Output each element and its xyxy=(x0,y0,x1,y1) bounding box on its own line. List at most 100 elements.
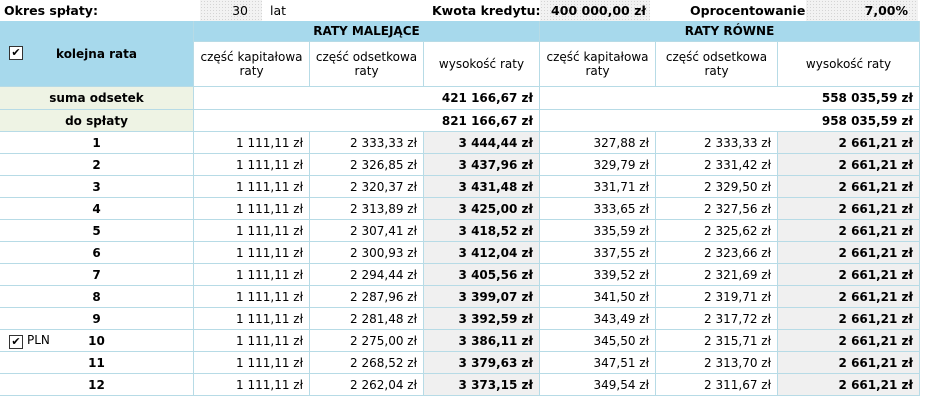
total-payment-rowne: 958 035,59 zł xyxy=(540,110,920,132)
malejace-odsetki-cell: 2 281,48 zł xyxy=(310,308,424,330)
rowne-odsetki-cell: 2 325,62 zł xyxy=(656,220,778,242)
malejace-kapital-cell: 1 111,11 zł xyxy=(194,330,310,352)
rowne-odsetki-cell: 2 321,69 zł xyxy=(656,264,778,286)
row-number: 9 xyxy=(0,308,194,330)
row-number: 7 xyxy=(0,264,194,286)
rowne-wysokosc-cell: 2 661,21 zł xyxy=(778,198,920,220)
checkmark-icon: ✔ xyxy=(11,335,21,348)
rowne-kapital-cell: 343,49 zł xyxy=(540,308,656,330)
rate-value-input[interactable]: 7,00% xyxy=(806,0,918,21)
rowne-kapital-cell: 341,50 zł xyxy=(540,286,656,308)
header-malejace-kapital: część kapitałowa raty xyxy=(194,42,310,87)
rowne-wysokosc-cell: 2 661,21 zł xyxy=(778,286,920,308)
malejace-kapital-cell: 1 111,11 zł xyxy=(194,286,310,308)
malejace-wysokosc-cell: 3 431,48 zł xyxy=(424,176,540,198)
header-group-malejace: RATY MALEJĄCE xyxy=(194,21,540,42)
rowne-wysokosc-cell: 2 661,21 zł xyxy=(778,220,920,242)
select-all-checkbox[interactable]: ✔ xyxy=(9,46,23,60)
rowne-kapital-cell: 339,52 zł xyxy=(540,264,656,286)
malejace-odsetki-cell: 2 300,93 zł xyxy=(310,242,424,264)
malejace-kapital-cell: 1 111,11 zł xyxy=(194,242,310,264)
malejace-wysokosc-cell: 3 392,59 zł xyxy=(424,308,540,330)
header-malejace-wysokosc: wysokość raty xyxy=(424,42,540,87)
term-label: Okres spłaty: xyxy=(4,3,98,18)
checkmark-icon: ✔ xyxy=(11,46,21,59)
rowne-odsetki-cell: 2 313,70 zł xyxy=(656,352,778,374)
rowne-kapital-cell: 329,79 zł xyxy=(540,154,656,176)
malejace-wysokosc-cell: 3 405,56 zł xyxy=(424,264,540,286)
rowne-wysokosc-cell: 2 661,21 zł xyxy=(778,330,920,352)
rowne-kapital-cell: 347,51 zł xyxy=(540,352,656,374)
malejace-wysokosc-cell: 3 437,96 zł xyxy=(424,154,540,176)
header-kolejna-rata: kolejna rata xyxy=(0,21,194,87)
malejace-odsetki-cell: 2 307,41 zł xyxy=(310,220,424,242)
rowne-kapital-cell: 349,54 zł xyxy=(540,374,656,396)
pln-label: PLN xyxy=(27,333,50,347)
malejace-wysokosc-cell: 3 386,11 zł xyxy=(424,330,540,352)
rowne-odsetki-cell: 2 311,67 zł xyxy=(656,374,778,396)
rowne-odsetki-cell: 2 333,33 zł xyxy=(656,132,778,154)
row-number: 1 xyxy=(0,132,194,154)
header-malejace-odsetki: część odsetkowa raty xyxy=(310,42,424,87)
rowne-odsetki-cell: 2 331,42 zł xyxy=(656,154,778,176)
rowne-wysokosc-cell: 2 661,21 zł xyxy=(778,242,920,264)
malejace-wysokosc-cell: 3 425,00 zł xyxy=(424,198,540,220)
malejace-odsetki-cell: 2 294,44 zł xyxy=(310,264,424,286)
amount-label: Kwota kredytu: xyxy=(432,3,541,18)
malejace-wysokosc-cell: 3 444,44 zł xyxy=(424,132,540,154)
header-group-rowne: RATY RÓWNE xyxy=(540,21,920,42)
rowne-wysokosc-cell: 2 661,21 zł xyxy=(778,308,920,330)
rowne-kapital-cell: 327,88 zł xyxy=(540,132,656,154)
header-rowne-wysokosc: wysokość raty xyxy=(778,42,920,87)
rowne-odsetki-cell: 2 319,71 zł xyxy=(656,286,778,308)
sum-interest-malejace: 421 166,67 zł xyxy=(194,87,540,110)
malejace-kapital-cell: 1 111,11 zł xyxy=(194,352,310,374)
malejace-odsetki-cell: 2 262,04 zł xyxy=(310,374,424,396)
malejace-kapital-cell: 1 111,11 zł xyxy=(194,154,310,176)
amount-value-input[interactable]: 400 000,00 zł xyxy=(540,0,650,21)
rowne-kapital-cell: 331,71 zł xyxy=(540,176,656,198)
header-kolejna-label: kolejna rata xyxy=(56,46,137,61)
rowne-odsetki-cell: 2 329,50 zł xyxy=(656,176,778,198)
rowne-wysokosc-cell: 2 661,21 zł xyxy=(778,264,920,286)
sum-interest-label: suma odsetek xyxy=(0,87,194,110)
malejace-odsetki-cell: 2 287,96 zł xyxy=(310,286,424,308)
term-unit: lat xyxy=(270,3,287,18)
rate-label: Oprocentowanie: xyxy=(690,3,811,18)
malejace-kapital-cell: 1 111,11 zł xyxy=(194,308,310,330)
malejace-odsetki-cell: 2 320,37 zł xyxy=(310,176,424,198)
malejace-kapital-cell: 1 111,11 zł xyxy=(194,198,310,220)
parameters-bar: Okres spłaty: 30 lat Kwota kredytu: 400 … xyxy=(0,0,926,21)
malejace-wysokosc-cell: 3 418,52 zł xyxy=(424,220,540,242)
malejace-wysokosc-cell: 3 399,07 zł xyxy=(424,286,540,308)
term-value-input[interactable]: 30 xyxy=(200,0,262,21)
total-payment-label: do spłaty xyxy=(0,110,194,132)
rowne-odsetki-cell: 2 323,66 zł xyxy=(656,242,778,264)
row-number: 3 xyxy=(0,176,194,198)
malejace-kapital-cell: 1 111,11 zł xyxy=(194,264,310,286)
rowne-odsetki-cell: 2 327,56 zł xyxy=(656,198,778,220)
rowne-kapital-cell: 345,50 zł xyxy=(540,330,656,352)
malejace-odsetki-cell: 2 313,89 zł xyxy=(310,198,424,220)
header-rowne-kapital: część kapitałowa raty xyxy=(540,42,656,87)
rowne-wysokosc-cell: 2 661,21 zł xyxy=(778,154,920,176)
malejace-wysokosc-cell: 3 379,63 zł xyxy=(424,352,540,374)
malejace-wysokosc-cell: 3 412,04 zł xyxy=(424,242,540,264)
malejace-odsetki-cell: 2 275,00 zł xyxy=(310,330,424,352)
malejace-odsetki-cell: 2 333,33 zł xyxy=(310,132,424,154)
malejace-kapital-cell: 1 111,11 zł xyxy=(194,176,310,198)
row-number: 2 xyxy=(0,154,194,176)
malejace-odsetki-cell: 2 268,52 zł xyxy=(310,352,424,374)
rowne-wysokosc-cell: 2 661,21 zł xyxy=(778,176,920,198)
rowne-kapital-cell: 337,55 zł xyxy=(540,242,656,264)
sum-interest-rowne: 558 035,59 zł xyxy=(540,87,920,110)
row-number: 6 xyxy=(0,242,194,264)
row-number: 12 xyxy=(0,374,194,396)
total-payment-malejace: 821 166,67 zł xyxy=(194,110,540,132)
row-number: 11 xyxy=(0,352,194,374)
row-number: 4 xyxy=(0,198,194,220)
pln-checkbox[interactable]: ✔ xyxy=(9,335,23,349)
malejace-wysokosc-cell: 3 373,15 zł xyxy=(424,374,540,396)
row-number: 8 xyxy=(0,286,194,308)
rowne-odsetki-cell: 2 315,71 zł xyxy=(656,330,778,352)
